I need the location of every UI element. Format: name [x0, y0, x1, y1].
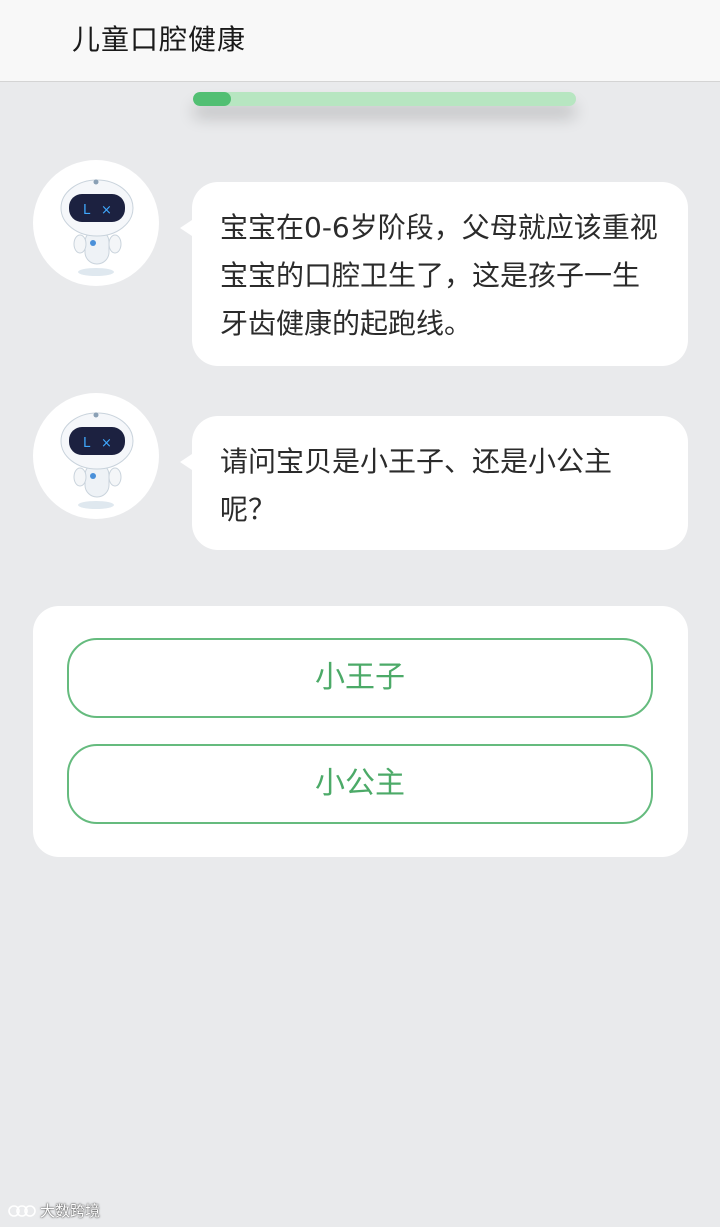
watermark-text: 大数跨境 — [40, 1202, 101, 1220]
robot-avatar: L × — [33, 393, 159, 519]
watermark: 大数跨境 — [8, 1202, 100, 1220]
watermark-logo-icon — [8, 1205, 36, 1217]
svg-text:L: L — [83, 436, 91, 451]
svg-text:×: × — [101, 436, 112, 451]
chat-bubble-question: 请问宝贝是小王子、还是小公主呢？ — [180, 416, 688, 550]
robot-mascot-icon: L × — [60, 412, 134, 509]
svg-text:×: × — [101, 203, 112, 218]
progress-bar-fill — [193, 92, 232, 106]
page-title: 儿童口腔健康 — [72, 23, 247, 56]
robot-avatar: L × — [33, 160, 159, 286]
progress-bar — [193, 92, 576, 106]
option-prince-button[interactable]: 小王子 — [67, 638, 653, 718]
chat-bubble-message: 宝宝在0-6岁阶段，父母就应该重视宝宝的口腔卫生了，这是孩子一生牙齿健康的起跑线… — [180, 182, 688, 366]
svg-text:L: L — [83, 203, 91, 218]
options-card: 小王子 小公主 — [33, 606, 688, 857]
option-princess-button[interactable]: 小公主 — [67, 744, 653, 824]
message-text: 宝宝在0-6岁阶段，父母就应该重视宝宝的口腔卫生了，这是孩子一生牙齿健康的起跑线… — [220, 211, 658, 340]
question-text: 请问宝贝是小王子、还是小公主呢？ — [220, 445, 613, 526]
robot-mascot-icon: L × — [60, 179, 134, 276]
top-header: 儿童口腔健康 — [0, 0, 720, 82]
